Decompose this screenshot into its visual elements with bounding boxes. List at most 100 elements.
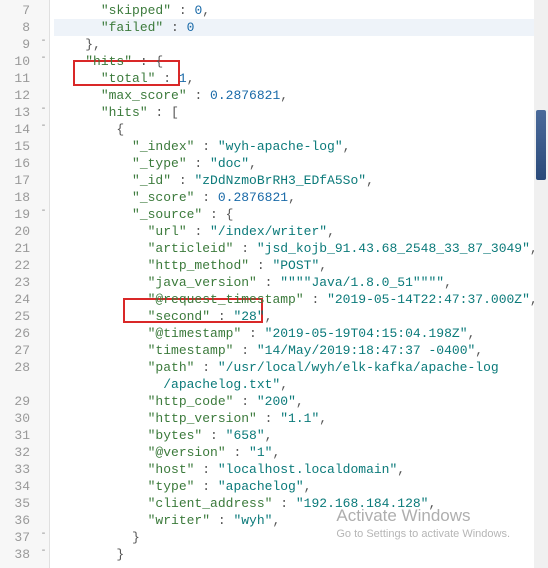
fold-marker[interactable]: - bbox=[38, 544, 49, 561]
token-key: "client_address" bbox=[148, 496, 273, 511]
token-pun: , bbox=[343, 139, 351, 154]
line-number: 23 bbox=[4, 274, 30, 291]
fold-marker bbox=[38, 442, 49, 459]
code-line[interactable]: "_id" : "zDdNzmoBrRH3_EDfA5So", bbox=[54, 172, 548, 189]
code-line[interactable]: "type" : "apachelog", bbox=[54, 478, 548, 495]
fold-marker bbox=[38, 85, 49, 102]
code-line[interactable]: }, bbox=[54, 36, 548, 53]
code-line[interactable]: "path" : "/usr/local/wyh/elk-kafka/apach… bbox=[54, 359, 548, 376]
scroll-thumb[interactable] bbox=[536, 110, 546, 180]
token-brace: } bbox=[132, 530, 140, 545]
code-line[interactable]: "client_address" : "192.168.184.128", bbox=[54, 495, 548, 512]
token-key: "type" bbox=[148, 479, 195, 494]
token-str: "28" bbox=[233, 309, 264, 324]
token-str: "192.168.184.128" bbox=[296, 496, 429, 511]
code-line[interactable]: "_source" : { bbox=[54, 206, 548, 223]
fold-marker[interactable]: - bbox=[38, 51, 49, 68]
fold-marker bbox=[38, 391, 49, 408]
code-line[interactable]: "failed" : 0 bbox=[54, 19, 548, 36]
token-key: "@request_timestamp" bbox=[148, 292, 304, 307]
token-brace: : { bbox=[202, 207, 233, 222]
code-line[interactable]: "@version" : "1", bbox=[54, 444, 548, 461]
token-pun: : bbox=[187, 88, 210, 103]
fold-marker bbox=[38, 221, 49, 238]
token-pun: , bbox=[280, 377, 288, 392]
code-line[interactable]: "_score" : 0.2876821, bbox=[54, 189, 548, 206]
token-str: "jsd_kojb_91.43.68_2548_33_87_3049" bbox=[257, 241, 530, 256]
line-number: 19 bbox=[4, 206, 30, 223]
code-line[interactable]: } bbox=[54, 546, 548, 563]
token-str: "apachelog" bbox=[218, 479, 304, 494]
vertical-scrollbar[interactable] bbox=[534, 0, 548, 568]
fold-marker bbox=[38, 374, 49, 391]
fold-marker bbox=[38, 153, 49, 170]
token-key: "failed" bbox=[101, 20, 163, 35]
code-line[interactable]: /apachelog.txt", bbox=[54, 376, 548, 393]
token-pun: : bbox=[155, 71, 178, 86]
token-str: "zDdNzmoBrRH3_EDfA5So" bbox=[194, 173, 366, 188]
token-key: "total" bbox=[101, 71, 156, 86]
line-number: 37 bbox=[4, 529, 30, 546]
fold-marker bbox=[38, 408, 49, 425]
code-line[interactable]: "@request_timestamp" : "2019-05-14T22:47… bbox=[54, 291, 548, 308]
line-number: 7 bbox=[4, 2, 30, 19]
token-pun: , bbox=[272, 445, 280, 460]
code-line[interactable]: "@timestamp" : "2019-05-19T04:15:04.198Z… bbox=[54, 325, 548, 342]
code-line[interactable]: "skipped" : 0, bbox=[54, 2, 548, 19]
code-line[interactable]: "url" : "/index/writer", bbox=[54, 223, 548, 240]
code-line[interactable]: "bytes" : "658", bbox=[54, 427, 548, 444]
token-key: "java_version" bbox=[148, 275, 257, 290]
line-number: 13 bbox=[4, 104, 30, 121]
token-pun: , bbox=[296, 394, 304, 409]
code-line[interactable]: "total" : 1, bbox=[54, 70, 548, 87]
token-key: "http_method" bbox=[148, 258, 249, 273]
fold-marker[interactable]: - bbox=[38, 102, 49, 119]
line-number: 36 bbox=[4, 512, 30, 529]
token-str: "2019-05-14T22:47:37.000Z" bbox=[327, 292, 530, 307]
token-str: "/index/writer" bbox=[210, 224, 327, 239]
token-pun: : bbox=[163, 20, 186, 35]
fold-marker[interactable]: - bbox=[38, 527, 49, 544]
token-key: "http_code" bbox=[148, 394, 234, 409]
code-line[interactable]: "hits" : { bbox=[54, 53, 548, 70]
fold-marker bbox=[38, 68, 49, 85]
line-number: 18 bbox=[4, 189, 30, 206]
token-key: "timestamp" bbox=[148, 343, 234, 358]
fold-marker[interactable]: - bbox=[38, 34, 49, 51]
token-pun: : bbox=[194, 360, 217, 375]
token-pun: , bbox=[319, 411, 327, 426]
token-pun: : bbox=[187, 156, 210, 171]
code-line[interactable]: "timestamp" : "14/May/2019:18:47:37 -040… bbox=[54, 342, 548, 359]
code-line[interactable]: "writer" : "wyh", bbox=[54, 512, 548, 529]
token-pun: : bbox=[241, 326, 264, 341]
fold-marker[interactable]: - bbox=[38, 119, 49, 136]
code-line[interactable]: } bbox=[54, 529, 548, 546]
token-pun: : bbox=[187, 224, 210, 239]
code-area[interactable]: "skipped" : 0, "failed" : 0 }, "hits" : … bbox=[50, 0, 548, 568]
code-line[interactable]: { bbox=[54, 121, 548, 138]
token-pun: : bbox=[171, 3, 194, 18]
line-number: 22 bbox=[4, 257, 30, 274]
code-line[interactable]: "articleid" : "jsd_kojb_91.43.68_2548_33… bbox=[54, 240, 548, 257]
code-line[interactable]: "http_method" : "POST", bbox=[54, 257, 548, 274]
token-str: "wyh-apache-log" bbox=[218, 139, 343, 154]
code-line[interactable]: "http_version" : "1.1", bbox=[54, 410, 548, 427]
code-line[interactable]: "http_code" : "200", bbox=[54, 393, 548, 410]
code-line[interactable]: "max_score" : 0.2876821, bbox=[54, 87, 548, 104]
token-str: "1.1" bbox=[280, 411, 319, 426]
token-pun: , bbox=[249, 156, 257, 171]
fold-marker bbox=[38, 510, 49, 527]
code-line[interactable]: "java_version" : """"Java/1.8.0_51"""", bbox=[54, 274, 548, 291]
code-line[interactable]: "host" : "localhost.localdomain", bbox=[54, 461, 548, 478]
code-line[interactable]: "_index" : "wyh-apache-log", bbox=[54, 138, 548, 155]
code-line[interactable]: "second" : "28", bbox=[54, 308, 548, 325]
token-brace: }, bbox=[85, 37, 101, 52]
fold-marker[interactable]: - bbox=[38, 204, 49, 221]
token-pun: , bbox=[265, 428, 273, 443]
token-str: "localhost.localdomain" bbox=[218, 462, 397, 477]
code-line[interactable]: "hits" : [ bbox=[54, 104, 548, 121]
fold-marker bbox=[38, 187, 49, 204]
code-line[interactable]: "_type" : "doc", bbox=[54, 155, 548, 172]
line-number: 14 bbox=[4, 121, 30, 138]
token-key: "hits" bbox=[85, 54, 132, 69]
